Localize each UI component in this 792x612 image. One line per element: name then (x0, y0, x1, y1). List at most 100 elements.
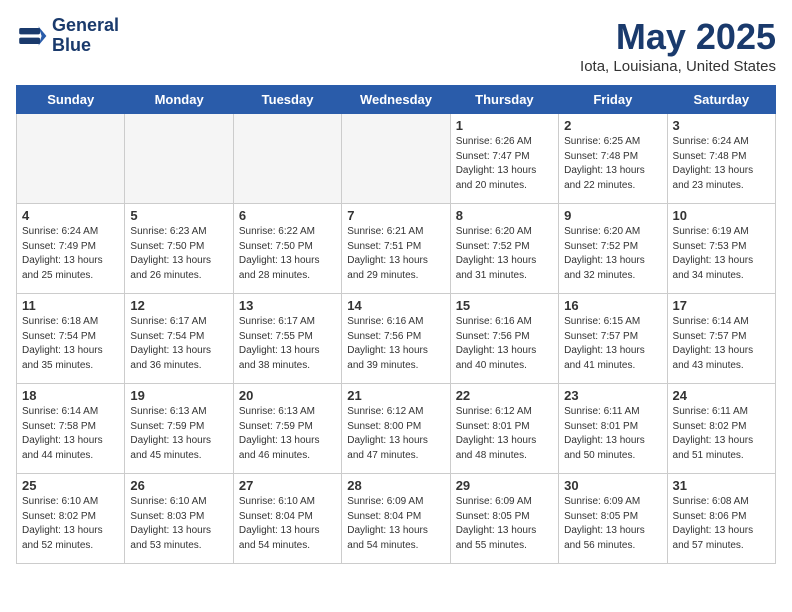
calendar-cell: 28 Sunrise: 6:09 AM Sunset: 8:04 PM Dayli… (342, 474, 450, 564)
location: Iota, Louisiana, United States (580, 58, 776, 75)
day-number: 5 (130, 208, 227, 223)
day-number: 17 (673, 298, 770, 313)
calendar-cell: 17 Sunrise: 6:14 AM Sunset: 7:57 PM Dayli… (667, 294, 775, 384)
week-row-4: 18Sunrise: 6:14 AM Sunset: 7:58 PM Dayli… (17, 384, 776, 474)
day-info: Sunrise: 6:26 AM Sunset: 7:47 PM Dayligh… (456, 135, 553, 193)
logo: General Blue (16, 16, 119, 56)
day-number: 23 (564, 388, 661, 403)
calendar-cell (342, 114, 450, 204)
month-title: May 2025 (580, 16, 776, 58)
calendar-cell: 7 Sunrise: 6:21 AM Sunset: 7:51 PM Daylig… (342, 204, 450, 294)
day-info: Sunrise: 6:18 AM Sunset: 7:54 PM Dayligh… (22, 315, 119, 373)
day-info: Sunrise: 6:09 AM Sunset: 8:04 PM Dayligh… (347, 495, 444, 553)
day-number: 9 (564, 208, 661, 223)
day-number: 13 (239, 298, 336, 313)
day-info: Sunrise: 6:25 AM Sunset: 7:48 PM Dayligh… (564, 135, 661, 193)
day-info: Sunrise: 6:19 AM Sunset: 7:53 PM Dayligh… (673, 225, 770, 283)
day-number: 6 (239, 208, 336, 223)
day-info: Sunrise: 6:12 AM Sunset: 8:01 PM Dayligh… (456, 405, 553, 463)
day-number: 16 (564, 298, 661, 313)
day-info: Sunrise: 6:16 AM Sunset: 7:56 PM Dayligh… (456, 315, 553, 373)
calendar-cell: 11 Sunrise: 6:18 AM Sunset: 7:54 PM Dayli… (17, 294, 125, 384)
day-number: 26 (130, 478, 227, 493)
calendar-cell: 14 Sunrise: 6:16 AM Sunset: 7:56 PM Dayli… (342, 294, 450, 384)
calendar-cell: 15 Sunrise: 6:16 AM Sunset: 7:56 PM Dayli… (450, 294, 558, 384)
day-number: 7 (347, 208, 444, 223)
calendar-cell (233, 114, 341, 204)
day-info: Sunrise: 6:20 AM Sunset: 7:52 PM Dayligh… (564, 225, 661, 283)
day-info: Sunrise: 6:09 AM Sunset: 8:05 PM Dayligh… (564, 495, 661, 553)
week-row-3: 11 Sunrise: 6:18 AM Sunset: 7:54 PM Dayli… (17, 294, 776, 384)
calendar-cell (125, 114, 233, 204)
calendar-cell: 10Sunrise: 6:19 AM Sunset: 7:53 PM Dayli… (667, 204, 775, 294)
calendar-cell: 18Sunrise: 6:14 AM Sunset: 7:58 PM Dayli… (17, 384, 125, 474)
calendar-cell: 20 Sunrise: 6:13 AM Sunset: 7:59 PM Dayli… (233, 384, 341, 474)
day-number: 8 (456, 208, 553, 223)
day-number: 29 (456, 478, 553, 493)
day-info: Sunrise: 6:24 AM Sunset: 7:48 PM Dayligh… (673, 135, 770, 193)
day-info: Sunrise: 6:22 AM Sunset: 7:50 PM Dayligh… (239, 225, 336, 283)
calendar-cell: 8 Sunrise: 6:20 AM Sunset: 7:52 PM Daylig… (450, 204, 558, 294)
day-info: Sunrise: 6:13 AM Sunset: 7:59 PM Dayligh… (239, 405, 336, 463)
calendar-cell: 24Sunrise: 6:11 AM Sunset: 8:02 PM Dayli… (667, 384, 775, 474)
logo-text: General Blue (52, 16, 119, 56)
day-number: 4 (22, 208, 119, 223)
calendar-cell: 27 Sunrise: 6:10 AM Sunset: 8:04 PM Dayli… (233, 474, 341, 564)
day-number: 14 (347, 298, 444, 313)
day-info: Sunrise: 6:13 AM Sunset: 7:59 PM Dayligh… (130, 405, 227, 463)
calendar-body: 1Sunrise: 6:26 AM Sunset: 7:47 PM Daylig… (17, 114, 776, 564)
day-info: Sunrise: 6:08 AM Sunset: 8:06 PM Dayligh… (673, 495, 770, 553)
day-number: 27 (239, 478, 336, 493)
day-number: 15 (456, 298, 553, 313)
calendar-cell: 13 Sunrise: 6:17 AM Sunset: 7:55 PM Dayli… (233, 294, 341, 384)
day-info: Sunrise: 6:14 AM Sunset: 7:57 PM Dayligh… (673, 315, 770, 373)
day-info: Sunrise: 6:10 AM Sunset: 8:04 PM Dayligh… (239, 495, 336, 553)
calendar-cell: 3Sunrise: 6:24 AM Sunset: 7:48 PM Daylig… (667, 114, 775, 204)
day-info: Sunrise: 6:21 AM Sunset: 7:51 PM Dayligh… (347, 225, 444, 283)
day-number: 19 (130, 388, 227, 403)
calendar-cell (17, 114, 125, 204)
calendar-table: SundayMondayTuesdayWednesdayThursdayFrid… (16, 85, 776, 564)
calendar-cell: 19 Sunrise: 6:13 AM Sunset: 7:59 PM Dayli… (125, 384, 233, 474)
day-number: 20 (239, 388, 336, 403)
day-info: Sunrise: 6:20 AM Sunset: 7:52 PM Dayligh… (456, 225, 553, 283)
weekday-header-row: SundayMondayTuesdayWednesdayThursdayFrid… (17, 86, 776, 114)
day-number: 25 (22, 478, 119, 493)
day-number: 22 (456, 388, 553, 403)
week-row-1: 1Sunrise: 6:26 AM Sunset: 7:47 PM Daylig… (17, 114, 776, 204)
calendar-cell: 6 Sunrise: 6:22 AM Sunset: 7:50 PM Daylig… (233, 204, 341, 294)
day-number: 31 (673, 478, 770, 493)
calendar-cell: 26 Sunrise: 6:10 AM Sunset: 8:03 PM Dayli… (125, 474, 233, 564)
calendar-cell: 16 Sunrise: 6:15 AM Sunset: 7:57 PM Dayli… (559, 294, 667, 384)
calendar-cell: 30Sunrise: 6:09 AM Sunset: 8:05 PM Dayli… (559, 474, 667, 564)
calendar-cell: 2 Sunrise: 6:25 AM Sunset: 7:48 PM Daylig… (559, 114, 667, 204)
day-info: Sunrise: 6:10 AM Sunset: 8:02 PM Dayligh… (22, 495, 119, 553)
weekday-header-saturday: Saturday (667, 86, 775, 114)
day-number: 11 (22, 298, 119, 313)
day-info: Sunrise: 6:09 AM Sunset: 8:05 PM Dayligh… (456, 495, 553, 553)
weekday-header-friday: Friday (559, 86, 667, 114)
day-info: Sunrise: 6:24 AM Sunset: 7:49 PM Dayligh… (22, 225, 119, 283)
calendar-cell: 21Sunrise: 6:12 AM Sunset: 8:00 PM Dayli… (342, 384, 450, 474)
day-info: Sunrise: 6:17 AM Sunset: 7:55 PM Dayligh… (239, 315, 336, 373)
weekday-header-thursday: Thursday (450, 86, 558, 114)
day-info: Sunrise: 6:16 AM Sunset: 7:56 PM Dayligh… (347, 315, 444, 373)
day-number: 28 (347, 478, 444, 493)
calendar-cell: 12 Sunrise: 6:17 AM Sunset: 7:54 PM Dayli… (125, 294, 233, 384)
calendar-cell: 9 Sunrise: 6:20 AM Sunset: 7:52 PM Daylig… (559, 204, 667, 294)
day-info: Sunrise: 6:23 AM Sunset: 7:50 PM Dayligh… (130, 225, 227, 283)
day-info: Sunrise: 6:10 AM Sunset: 8:03 PM Dayligh… (130, 495, 227, 553)
day-number: 2 (564, 118, 661, 133)
calendar-cell: 23Sunrise: 6:11 AM Sunset: 8:01 PM Dayli… (559, 384, 667, 474)
calendar-cell: 25 Sunrise: 6:10 AM Sunset: 8:02 PM Dayli… (17, 474, 125, 564)
day-number: 24 (673, 388, 770, 403)
day-info: Sunrise: 6:17 AM Sunset: 7:54 PM Dayligh… (130, 315, 227, 373)
day-number: 12 (130, 298, 227, 313)
calendar-cell: 31 Sunrise: 6:08 AM Sunset: 8:06 PM Dayli… (667, 474, 775, 564)
week-row-5: 25 Sunrise: 6:10 AM Sunset: 8:02 PM Dayli… (17, 474, 776, 564)
calendar-cell: 29 Sunrise: 6:09 AM Sunset: 8:05 PM Dayli… (450, 474, 558, 564)
day-info: Sunrise: 6:15 AM Sunset: 7:57 PM Dayligh… (564, 315, 661, 373)
weekday-header-sunday: Sunday (17, 86, 125, 114)
weekday-header-tuesday: Tuesday (233, 86, 341, 114)
weekday-header-monday: Monday (125, 86, 233, 114)
